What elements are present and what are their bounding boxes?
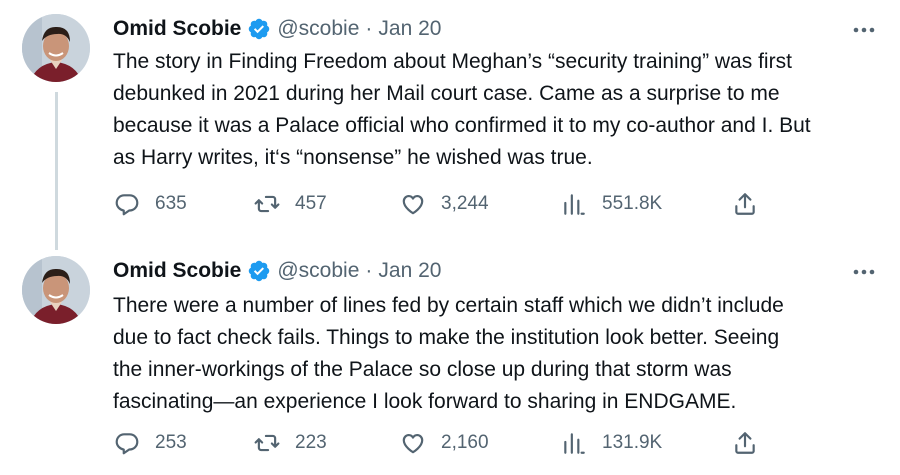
more-icon[interactable] xyxy=(844,258,884,286)
like-button[interactable]: 3,244 xyxy=(399,188,489,220)
views-icon xyxy=(560,190,588,218)
reply-count: 253 xyxy=(155,432,187,453)
tweet-date[interactable]: Jan 20 xyxy=(378,258,441,284)
separator-dot: · xyxy=(365,259,373,282)
like-count: 3,244 xyxy=(441,193,489,214)
reply-count: 635 xyxy=(155,193,187,214)
tweet-header: Omid Scobie @scobie · Jan 20 xyxy=(113,16,441,42)
reply-button[interactable]: 253 xyxy=(113,427,187,459)
reply-icon xyxy=(113,429,141,457)
retweet-icon xyxy=(253,190,281,218)
share-icon xyxy=(731,429,759,457)
reply-button[interactable]: 635 xyxy=(113,188,187,220)
tweet-header: Omid Scobie @scobie · Jan 20 xyxy=(113,258,441,284)
retweet-count: 223 xyxy=(295,432,327,453)
separator-dot: · xyxy=(365,17,373,40)
author-name[interactable]: Omid Scobie xyxy=(113,258,241,284)
tweet[interactable]: Omid Scobie @scobie · Jan 20 There were … xyxy=(0,238,900,475)
tweet-date[interactable]: Jan 20 xyxy=(378,16,441,42)
thread-connector-line xyxy=(55,92,58,250)
share-icon xyxy=(731,190,759,218)
author-name[interactable]: Omid Scobie xyxy=(113,16,241,42)
tweet-actions: 253 223 2,160 131.9K xyxy=(113,427,773,459)
verified-badge-icon xyxy=(247,17,271,41)
verified-badge-icon xyxy=(247,259,271,283)
reply-icon xyxy=(113,190,141,218)
retweet-button[interactable]: 223 xyxy=(253,427,327,459)
like-button[interactable]: 2,160 xyxy=(399,427,489,459)
views-button[interactable]: 131.9K xyxy=(560,427,662,459)
heart-icon xyxy=(399,190,427,218)
avatar[interactable] xyxy=(22,14,90,82)
like-count: 2,160 xyxy=(441,432,489,453)
author-handle[interactable]: @scobie xyxy=(277,16,359,42)
retweet-count: 457 xyxy=(295,193,327,214)
tweet-text: The story in Finding Freedom about Megha… xyxy=(113,50,811,169)
retweet-button[interactable]: 457 xyxy=(253,188,327,220)
views-count: 131.9K xyxy=(602,432,663,453)
share-button[interactable] xyxy=(731,188,773,220)
retweet-icon xyxy=(253,429,281,457)
views-icon xyxy=(560,429,588,457)
tweet[interactable]: Omid Scobie @scobie · Jan 20 The story i… xyxy=(0,0,900,250)
tweet-text: There were a number of lines fed by cert… xyxy=(113,294,784,413)
tweet-actions: 635 457 3,244 551.8K xyxy=(113,188,773,220)
heart-icon xyxy=(399,429,427,457)
author-handle[interactable]: @scobie xyxy=(277,258,359,284)
avatar[interactable] xyxy=(22,256,90,324)
views-count: 551.8K xyxy=(602,193,663,214)
share-button[interactable] xyxy=(731,427,773,459)
views-button[interactable]: 551.8K xyxy=(560,188,662,220)
more-icon[interactable] xyxy=(844,16,884,44)
